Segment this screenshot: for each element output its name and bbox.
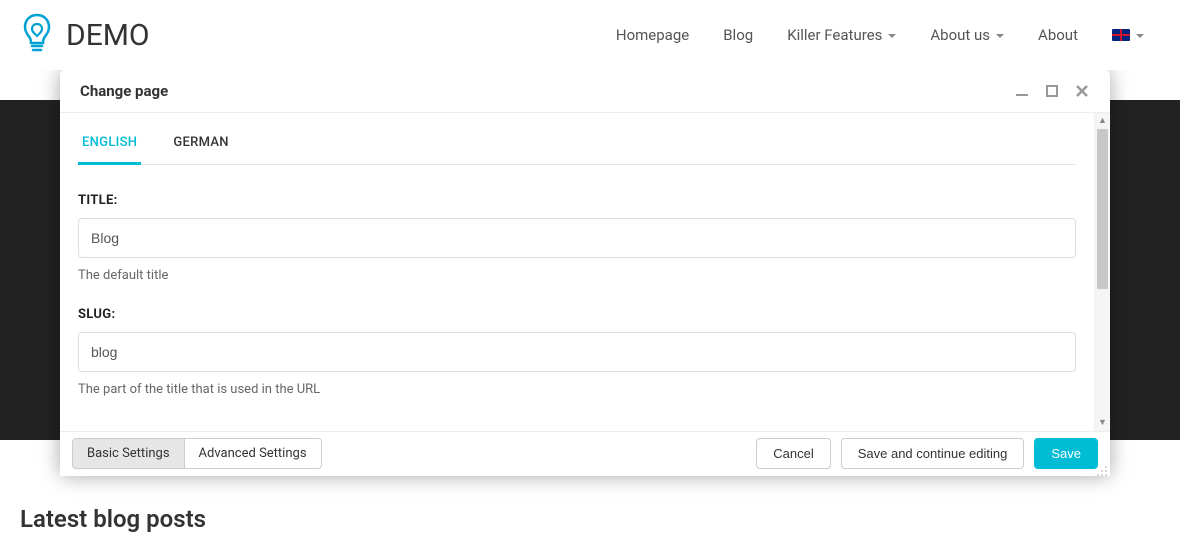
- close-icon[interactable]: [1074, 83, 1090, 99]
- nav-item-label: Blog: [723, 26, 753, 44]
- settings-segments: Basic Settings Advanced Settings: [72, 438, 322, 469]
- logo-bulb-icon: [20, 12, 54, 58]
- nav-item-label: About us: [930, 26, 990, 44]
- tab-label: ENGLISH: [82, 135, 137, 150]
- tab-label: GERMAN: [173, 135, 229, 150]
- top-navbar: DEMO Homepage Blog Killer Features About…: [0, 0, 1180, 70]
- scrollbar-arrow-up-icon[interactable]: ▲: [1095, 113, 1110, 129]
- cancel-button[interactable]: Cancel: [756, 438, 830, 469]
- language-switcher[interactable]: [1112, 29, 1144, 41]
- segment-label: Advanced Settings: [199, 446, 307, 461]
- nav-item-homepage[interactable]: Homepage: [616, 26, 689, 44]
- chevron-down-icon: [888, 34, 896, 38]
- tab-german[interactable]: GERMAN: [169, 135, 233, 164]
- save-continue-button[interactable]: Save and continue editing: [841, 438, 1025, 469]
- chevron-down-icon: [1136, 34, 1144, 38]
- modal-scrollbar[interactable]: ▲ ▼: [1094, 113, 1110, 431]
- nav-item-label: Killer Features: [787, 26, 882, 44]
- page-heading-latest-posts: Latest blog posts: [20, 505, 206, 533]
- scrollbar-thumb[interactable]: [1097, 129, 1108, 289]
- resize-grip-icon[interactable]: [1096, 462, 1108, 474]
- slug-help-text: The part of the title that is used in th…: [78, 382, 1076, 397]
- scrollbar-arrow-down-icon[interactable]: ▼: [1095, 415, 1110, 431]
- save-button[interactable]: Save: [1034, 438, 1098, 469]
- nav-item-blog[interactable]: Blog: [723, 26, 753, 44]
- nav-item-killer-features[interactable]: Killer Features: [787, 26, 896, 44]
- title-help-text: The default title: [78, 268, 1076, 283]
- modal-footer: Basic Settings Advanced Settings Cancel …: [60, 431, 1110, 476]
- button-label: Cancel: [773, 446, 813, 461]
- maximize-icon[interactable]: [1044, 83, 1060, 99]
- minimize-icon[interactable]: [1014, 83, 1030, 99]
- nav-item-about[interactable]: About: [1038, 26, 1078, 44]
- slug-input[interactable]: [78, 332, 1076, 372]
- change-page-modal: Change page ENGLISH GERMAN: [60, 70, 1110, 476]
- modal-body: ENGLISH GERMAN TITLE: The default title …: [60, 113, 1094, 431]
- modal-titlebar: Change page: [60, 70, 1110, 113]
- button-label: Save and continue editing: [858, 446, 1008, 461]
- chevron-down-icon: [996, 34, 1004, 38]
- field-slug: SLUG: The part of the title that is used…: [78, 307, 1076, 397]
- nav-item-label: Homepage: [616, 26, 689, 44]
- field-title: TITLE: The default title: [78, 193, 1076, 283]
- nav-item-label: About: [1038, 26, 1078, 44]
- modal-title: Change page: [80, 82, 168, 100]
- brand-title: DEMO: [66, 18, 150, 53]
- title-input[interactable]: [78, 218, 1076, 258]
- title-label: TITLE:: [78, 193, 1076, 208]
- segment-advanced-settings[interactable]: Advanced Settings: [185, 438, 322, 469]
- segment-label: Basic Settings: [87, 446, 170, 461]
- language-tabs: ENGLISH GERMAN: [78, 135, 1076, 165]
- flag-gb-icon: [1112, 29, 1130, 41]
- button-label: Save: [1051, 446, 1081, 461]
- segment-basic-settings[interactable]: Basic Settings: [72, 438, 185, 469]
- brand[interactable]: DEMO: [20, 12, 150, 58]
- tab-english[interactable]: ENGLISH: [78, 135, 141, 165]
- nav-items: Homepage Blog Killer Features About us A…: [616, 26, 1144, 44]
- nav-item-about-us[interactable]: About us: [930, 26, 1004, 44]
- slug-label: SLUG:: [78, 307, 1076, 322]
